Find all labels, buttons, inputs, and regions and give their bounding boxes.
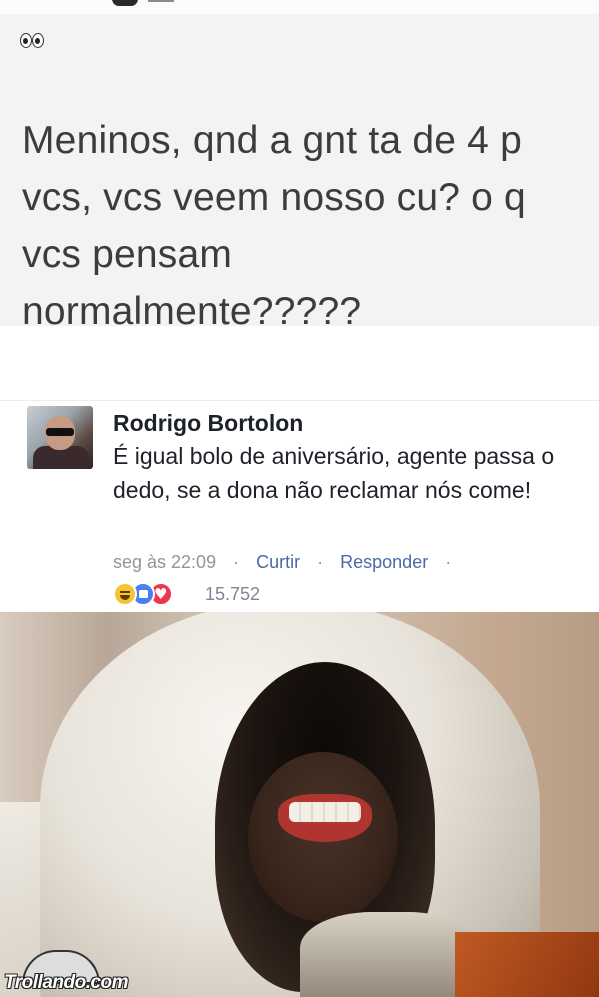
- haha-icon: [113, 582, 137, 606]
- comment-text: É igual bolo de aniversário, agente pass…: [113, 443, 555, 503]
- teeth: [289, 802, 361, 822]
- separator: ·: [445, 552, 452, 572]
- reaction-count: 15.752: [205, 584, 261, 604]
- reply-link[interactable]: Responder: [340, 552, 428, 572]
- separator: ·: [233, 552, 240, 572]
- post-card: Meninos, qnd a gnt ta de 4 p vcs, vcs ve…: [0, 0, 599, 333]
- separator: ·: [317, 552, 324, 572]
- divider: [0, 400, 599, 401]
- comment-author[interactable]: Rodrigo Bortolon: [113, 410, 303, 437]
- avatar[interactable]: [27, 406, 93, 469]
- robe-trim: [300, 912, 480, 997]
- post-text: Meninos, qnd a gnt ta de 4 p vcs, vcs ve…: [22, 119, 526, 333]
- red-sash: [455, 932, 599, 997]
- eyes-emoji-icon: [20, 33, 46, 49]
- meme-image: Trollando.com: [0, 612, 599, 997]
- comment-meta: seg às 22:09 · Curtir · Responder ·: [113, 552, 463, 573]
- comment-timestamp[interactable]: seg às 22:09: [113, 552, 216, 572]
- comment: Rodrigo Bortolon É igual bolo de anivers…: [0, 326, 599, 612]
- watermark: Trollando.com: [4, 972, 129, 993]
- cropped-icon: [112, 0, 138, 6]
- like-link[interactable]: Curtir: [256, 552, 300, 572]
- cropped-text-fragment: [148, 0, 174, 2]
- cropped-header: [0, 0, 599, 14]
